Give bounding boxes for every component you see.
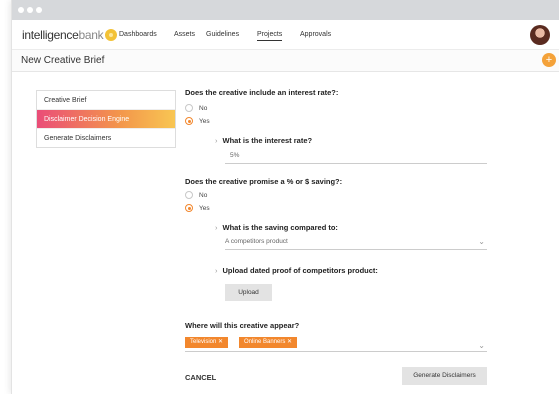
subquestion-upload-proof: › Upload dated proof of competitors produ… (215, 266, 378, 275)
logo-text-secondary: bank (78, 28, 104, 42)
browser-window: intelligencebank Dashboards Assets Guide… (11, 0, 559, 394)
user-avatar[interactable] (530, 25, 550, 45)
radio-q2-no[interactable] (185, 191, 193, 199)
cancel-button[interactable]: CANCEL (185, 373, 216, 382)
tag-label: Online Banners (244, 339, 286, 345)
chevron-right-icon: › (215, 266, 218, 275)
logo-text-primary: intelligence (22, 28, 79, 42)
nav-assets[interactable]: Assets (174, 31, 195, 38)
add-button[interactable]: + (542, 53, 556, 67)
radio-row-q2-yes[interactable]: Yes (185, 204, 210, 212)
sidebar-item-disclaimer-engine[interactable]: Disclaimer Decision Engine (37, 110, 175, 129)
window-maximize-dot[interactable] (36, 7, 42, 13)
saving-compared-select[interactable]: A competitors product ⌄ (225, 237, 487, 250)
top-navigation: intelligencebank Dashboards Assets Guide… (12, 20, 559, 50)
nav-guidelines[interactable]: Guidelines (206, 31, 239, 38)
interest-rate-input[interactable]: 5% (225, 152, 487, 164)
page-header: New Creative Brief + (12, 50, 559, 72)
sidebar-item-generate-disclaimers[interactable]: Generate Disclaimers (37, 129, 175, 148)
tag-television[interactable]: Television ✕ (185, 337, 229, 348)
chevron-down-icon[interactable]: ⌄ (478, 237, 485, 246)
close-icon[interactable]: ✕ (287, 339, 292, 345)
subquestion-label: What is the saving compared to: (222, 223, 338, 232)
subquestion-interest-rate: › What is the interest rate? (215, 136, 312, 145)
radio-label: Yes (199, 205, 210, 212)
question-interest-rate: Does the creative include an interest ra… (185, 88, 339, 97)
window-titlebar (12, 0, 559, 20)
app-logo[interactable]: intelligencebank (22, 28, 118, 42)
sidebar-item-creative-brief[interactable]: Creative Brief (37, 91, 175, 110)
nav-dashboards[interactable]: Dashboards (119, 31, 157, 38)
question-appear: Where will this creative appear? (185, 321, 300, 330)
upload-button[interactable]: Upload (225, 284, 272, 301)
radio-label: No (199, 192, 208, 199)
saving-compared-value: A competitors product (225, 238, 288, 245)
chevron-right-icon: › (215, 223, 218, 232)
subquestion-label: What is the interest rate? (222, 136, 313, 145)
radio-q1-yes[interactable] (185, 117, 193, 125)
radio-label: Yes (199, 118, 210, 125)
tag-label: Television (190, 339, 217, 345)
radio-row-q2-no[interactable]: No (185, 191, 207, 199)
chevron-down-icon[interactable]: ⌄ (478, 341, 485, 350)
page-title: New Creative Brief (21, 55, 105, 66)
question-saving: Does the creative promise a % or $ savin… (185, 177, 343, 186)
window-close-dot[interactable] (18, 7, 24, 13)
logo-badge-icon (105, 29, 118, 41)
nav-approvals[interactable]: Approvals (300, 31, 331, 38)
generate-disclaimers-button[interactable]: Generate Disclaimers (402, 367, 487, 385)
close-icon[interactable]: ✕ (218, 339, 223, 345)
radio-row-q1-yes[interactable]: Yes (185, 117, 210, 125)
radio-row-q1-no[interactable]: No (185, 104, 207, 112)
radio-q2-yes[interactable] (185, 204, 193, 212)
placement-multiselect[interactable]: Television ✕ Online Banners ✕ ⌄ (185, 336, 487, 352)
chevron-right-icon: › (215, 136, 218, 145)
nav-projects[interactable]: Projects (257, 31, 283, 41)
subquestion-saving-compared: › What is the saving compared to: (215, 223, 338, 232)
interest-rate-value: 5% (230, 152, 240, 159)
brief-sidebar: Creative Brief Disclaimer Decision Engin… (36, 90, 176, 148)
tag-online-banners[interactable]: Online Banners ✕ (239, 337, 298, 348)
radio-q1-no[interactable] (185, 104, 193, 112)
subquestion-label: Upload dated proof of competitors produc… (222, 266, 378, 275)
radio-label: No (199, 105, 208, 112)
window-minimize-dot[interactable] (27, 7, 33, 13)
